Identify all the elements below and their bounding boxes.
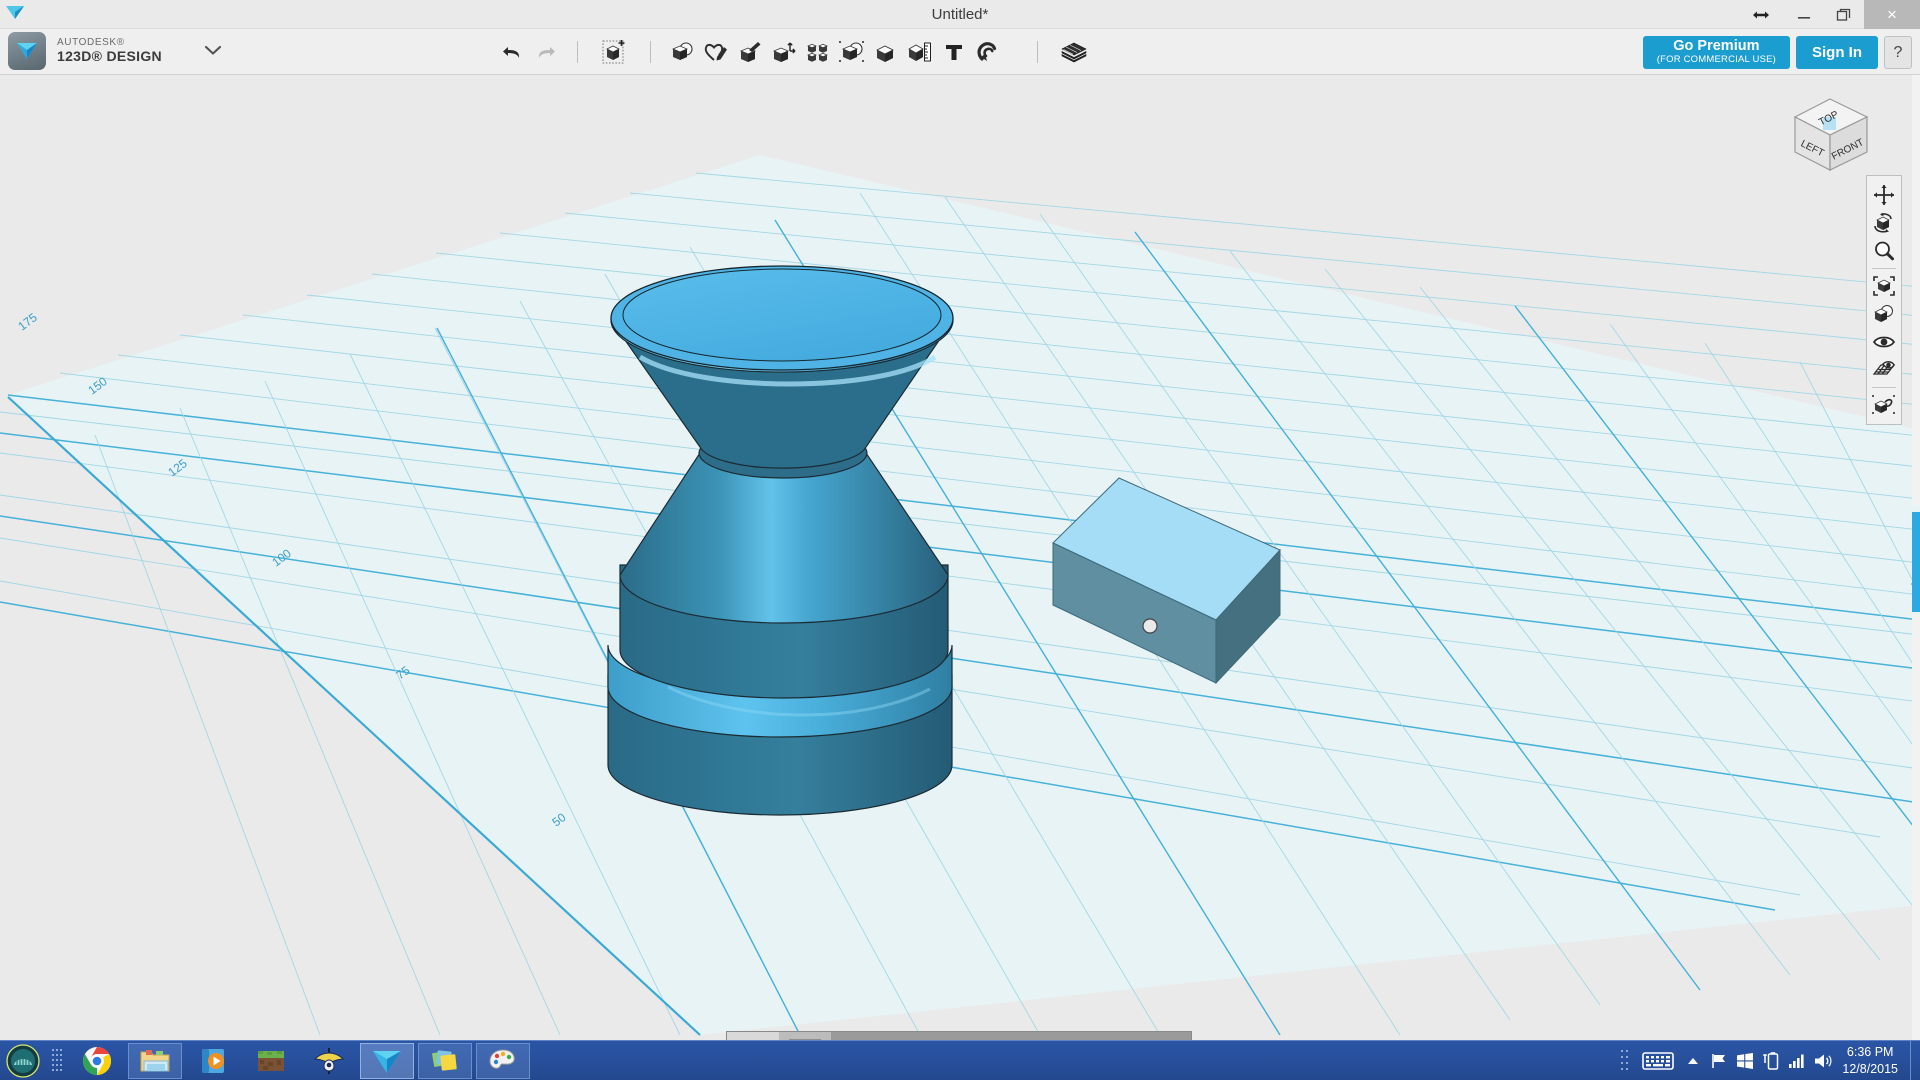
taskbar-paint[interactable] — [476, 1042, 530, 1079]
taskbar-minecraft[interactable] — [244, 1043, 298, 1079]
help-button[interactable]: ? — [1884, 36, 1912, 70]
smart-scale-tool[interactable] — [1869, 391, 1899, 419]
restore-icon[interactable] — [1824, 0, 1864, 29]
taskbar-123d[interactable] — [360, 1042, 414, 1079]
snap-button[interactable] — [971, 32, 1005, 72]
viewport-scrollbar-thumb[interactable] — [1912, 512, 1920, 612]
viewport-3d[interactable]: 175 150 125 100 75 50 TOP LEFT FRONT — [0, 75, 1920, 1040]
brand-line-2: 123D® DESIGN — [57, 47, 162, 64]
grid-label-0: 175 — [15, 310, 40, 333]
system-tray: 6:36 PM 12/8/2015 — [1614, 1041, 1920, 1080]
clock-time: 6:36 PM — [1846, 1045, 1894, 1060]
account-buttons: Go Premium (FOR COMMERCIAL USE) Sign In … — [1642, 36, 1912, 70]
chevron-down-icon[interactable] — [204, 43, 222, 60]
layers-tab[interactable] — [779, 1032, 831, 1040]
taskbar-clock[interactable]: 6:36 PM 12/8/2015 — [1836, 1044, 1910, 1078]
vtool-divider-1 — [1872, 268, 1896, 269]
grid-plane: 175 150 125 100 75 50 — [0, 155, 1920, 1036]
view-tools-toolbar — [1866, 175, 1902, 425]
title-bar: Untitled* × — [0, 0, 1920, 29]
sketch-button[interactable] — [699, 32, 733, 72]
panel-expand-arrow-icon[interactable] — [1911, 575, 1919, 593]
grid-snap-tool[interactable] — [1869, 356, 1899, 384]
transform-button[interactable] — [665, 32, 699, 72]
viewport-scrollbar-track-top[interactable] — [1912, 75, 1920, 505]
shape-tab[interactable] — [727, 1032, 779, 1040]
keyboard-icon[interactable] — [1636, 1041, 1680, 1080]
dimension-panel: Length: Width: Height: — [726, 1031, 1193, 1040]
toolbar-divider-2 — [650, 41, 651, 63]
close-button[interactable]: × — [1864, 0, 1920, 29]
zoom-tool[interactable] — [1869, 237, 1899, 265]
taskbar-sticky[interactable] — [418, 1042, 472, 1079]
dimension-fields: Length: Width: Height: — [831, 1032, 1191, 1040]
tray-handle — [1614, 1041, 1636, 1080]
go-premium-title: Go Premium — [1673, 38, 1760, 54]
text-button[interactable] — [937, 32, 971, 72]
start-orb-icon[interactable] — [0, 1041, 46, 1080]
viewport-scrollbar-track-bottom[interactable] — [1912, 615, 1920, 1040]
combine-button[interactable] — [869, 32, 903, 72]
grouping-button[interactable] — [835, 32, 869, 72]
window-controls: × — [1738, 0, 1920, 29]
view-cube[interactable]: TOP LEFT FRONT — [1782, 87, 1878, 177]
modify-button[interactable] — [767, 32, 801, 72]
shading-tool[interactable] — [1869, 300, 1899, 328]
main-toolbar: AUTODESK® 123D® DESIGN Go Premium (FOR C… — [0, 29, 1920, 75]
orbit-tool[interactable] — [1869, 209, 1899, 237]
go-premium-button[interactable]: Go Premium (FOR COMMERCIAL USE) — [1642, 36, 1790, 70]
brand-text: AUTODESK® 123D® DESIGN — [57, 38, 162, 63]
pattern-button[interactable] — [801, 32, 835, 72]
pan-tool[interactable] — [1869, 181, 1899, 209]
taskbar-media[interactable] — [186, 1043, 240, 1079]
visibility-tool[interactable] — [1869, 328, 1899, 356]
taskbar-handle[interactable] — [46, 1041, 68, 1080]
taskbar-game[interactable] — [302, 1043, 356, 1079]
clock-date: 12/8/2015 — [1842, 1062, 1898, 1076]
tool-group — [495, 29, 1096, 75]
sign-in-button[interactable]: Sign In — [1796, 36, 1878, 70]
chevron-up-icon[interactable] — [1680, 1041, 1706, 1080]
box-center-handle — [1142, 618, 1158, 634]
speaker-icon[interactable] — [1810, 1041, 1836, 1080]
pawn-model — [607, 265, 954, 816]
minimize-button[interactable] — [1784, 0, 1824, 29]
vtool-divider-2 — [1872, 387, 1896, 388]
window-title: Untitled* — [931, 6, 989, 23]
measure-button[interactable] — [903, 32, 937, 72]
resize-arrows-icon[interactable] — [1738, 0, 1784, 29]
grid-surface — [8, 155, 1920, 1035]
taskbar-explorer[interactable] — [128, 1042, 182, 1079]
toolbar-divider-3 — [1037, 41, 1038, 63]
go-premium-subtitle: (FOR COMMERCIAL USE) — [1656, 53, 1776, 65]
new-primitive-button[interactable] — [592, 32, 636, 72]
redo-button[interactable] — [529, 32, 563, 72]
signal-bars-icon[interactable] — [1784, 1041, 1810, 1080]
undo-button[interactable] — [495, 32, 529, 72]
windows-taskbar: 6:36 PM 12/8/2015 — [0, 1040, 1920, 1080]
toolbar-divider-1 — [577, 41, 578, 63]
construct-button[interactable] — [733, 32, 767, 72]
fit-to-view-tool[interactable] — [1869, 272, 1899, 300]
flag-icon[interactable] — [1706, 1041, 1732, 1080]
windows-logo-icon[interactable] — [1732, 1041, 1758, 1080]
brand-block: AUTODESK® 123D® DESIGN — [8, 32, 222, 70]
materials-button[interactable] — [1052, 32, 1096, 72]
taskbar-chrome[interactable] — [70, 1043, 124, 1079]
app-root: Untitled* × AUTODESK® 123D® DESIGN Go Pr… — [0, 0, 1920, 1080]
app-logo-icon[interactable] — [8, 32, 46, 70]
show-desktop-button[interactable] — [1910, 1041, 1920, 1080]
battery-charging-icon[interactable] — [1758, 1041, 1784, 1080]
